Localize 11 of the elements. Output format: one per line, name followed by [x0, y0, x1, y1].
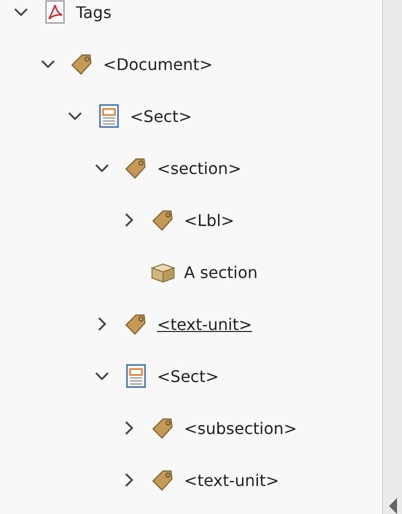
tree-item-label[interactable]: <text-unit> [184, 470, 280, 490]
tree-item-label[interactable]: A section [184, 262, 258, 282]
tree-item-label[interactable]: <Sect> [130, 106, 192, 126]
tree-item-label[interactable]: <text-unit> [157, 314, 252, 334]
tree-item-label[interactable]: <Document> [103, 54, 213, 74]
collapse-arrow-icon[interactable] [388, 498, 396, 514]
tree-item-label[interactable]: <Sect> [157, 366, 219, 386]
tree-item-label[interactable]: <section> [157, 158, 242, 178]
tree-item-label[interactable]: <subsection> [184, 418, 298, 438]
tree-item-label[interactable]: Tags [76, 2, 112, 22]
tree-item-label[interactable]: <Lbl> [184, 210, 234, 230]
